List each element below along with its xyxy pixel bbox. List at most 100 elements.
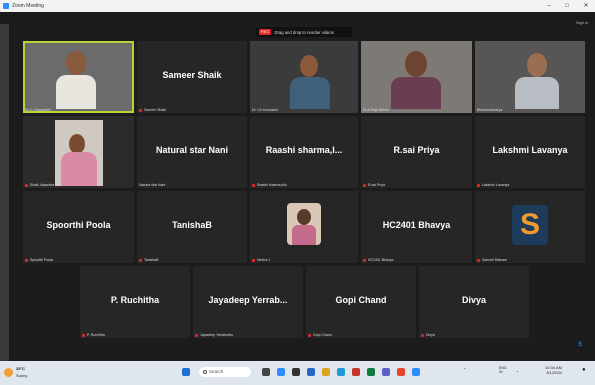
explorer-icon[interactable] [307,368,315,376]
participant-tile[interactable]: TanishaB TanishaB [137,191,247,263]
participant-name: Divya [461,294,487,305]
muted-mic-icon [477,183,480,187]
participant-label: HC2401 Bhavya [363,258,394,262]
app-icon[interactable] [352,368,360,376]
weather-desc[interactable]: Sunny [16,373,27,378]
participant-tile[interactable]: Dr.A Raja Sekha [361,41,472,113]
sign-in-link[interactable]: Sign in [576,20,588,25]
participant-video [56,51,96,109]
participant-label: Spoorthi Poola [25,258,53,262]
participant-tile[interactable]: Neeha J [250,191,358,263]
participant-name: Gopi Chand [335,294,387,305]
minimize-button[interactable]: – [540,0,558,12]
participant-tile[interactable]: Shaik Vasantha [23,116,134,188]
participant-video [290,55,330,109]
participant-tile[interactable]: Sameer Shaik Sameer Shaik [137,41,247,113]
participant-label: R.sai Priya [363,183,385,187]
participant-label: Sameer Shaik [139,108,166,112]
participant-tile[interactable]: Raashi sharma,l... Raashi sharma,ello [250,116,358,188]
participant-tile[interactable]: Spoorthi Poola Spoorthi Poola [23,191,134,263]
weather-icon [4,368,13,377]
start-button-icon[interactable] [182,368,190,376]
participant-label: TanishaB [139,258,158,262]
participant-label: Dr. Ch Kondaiah [252,108,278,112]
participant-tile[interactable]: Lakshmi Lavanya Lakshmi Lavanya [475,116,585,188]
meeting-top-bar [0,12,595,24]
muted-mic-icon [195,333,198,337]
maximize-button[interactable]: □ [558,0,576,12]
participant-name: Spoorthi Poola [46,219,111,230]
taskbar-search[interactable]: Search [199,367,251,377]
close-button[interactable]: ✕ [577,0,595,12]
participant-tile[interactable]: P. Ruchitha P. Ruchitha [80,266,190,338]
app-icon[interactable] [382,368,390,376]
participant-tile[interactable]: Natural star Nani Natural star Nani [137,116,247,188]
zoom-corner-icon: ѕ [578,339,582,348]
participant-label: Dr.V. Dhayanidhi [25,108,51,112]
muted-mic-icon [25,183,28,187]
participant-label: Gopi Chand [308,333,332,337]
participant-tile[interactable]: Dr. Ch Kondaiah [250,41,358,113]
banner-message: Drag and drop to reorder videos [274,29,334,35]
participant-tile[interactable]: HC2401 Bhavya HC2401 Bhavya [361,191,472,263]
participant-video [391,51,441,109]
zoom-taskbar-icon[interactable] [277,368,285,376]
window-title: Zoom Meeting [12,3,44,9]
participant-name: TanishaB [172,219,212,230]
participant-name: R.sai Priya [393,144,440,155]
app-icon[interactable] [292,368,300,376]
participant-name: Jayadeep Yerrab... [208,294,288,305]
participant-tile[interactable]: Divya Divya [419,266,529,338]
participant-tile[interactable]: Dr.V. Dhayanidhi [23,41,134,113]
muted-mic-icon [308,333,311,337]
participant-name: HC2401 Bhavya [382,219,451,230]
participant-video [515,53,559,109]
window-titlebar: Zoom Meeting – □ ✕ [0,0,595,12]
participant-photo [287,203,321,245]
clock[interactable]: 10:34 AM 3/1/2024 [545,365,562,375]
participant-tile[interactable]: Bhaskaracharya [475,41,585,113]
participant-name: Natural star Nani [155,144,229,155]
muted-mic-icon [25,258,28,262]
participant-label: Samuel Ratnam [477,258,507,262]
search-icon [203,370,207,374]
participant-label: P. Ruchitha [82,333,105,337]
participant-label: Lakshmi Lavanya [477,183,509,187]
network-icon[interactable]: ◔ [516,369,518,374]
avatar-letter: S [519,208,540,241]
notification-icon[interactable]: ● [582,367,586,373]
participant-name: P. Ruchitha [110,294,160,305]
reorder-banner: REC Drag and drop to reorder videos [256,27,352,37]
lang-indicator[interactable]: ENG IN [499,366,507,374]
participant-label: Dr.A Raja Sekha [363,108,389,112]
participant-tile[interactable]: R.sai Priya R.sai Priya [361,116,472,188]
muted-mic-icon [421,333,424,337]
weather-temp[interactable]: 33°C [16,366,25,371]
muted-mic-icon [252,258,255,262]
app-icon[interactable] [367,368,375,376]
participant-label: Natural star Nani [139,183,166,187]
s-logo-avatar: S [512,205,548,245]
muted-mic-icon [82,333,85,337]
muted-mic-icon [363,183,366,187]
participant-label: Raashi sharma,ello [252,183,287,187]
muted-mic-icon [363,258,366,262]
participant-label: Divya [421,333,435,337]
search-placeholder: Search [209,369,224,374]
participant-tile[interactable]: S Samuel Ratnam [475,191,585,263]
participant-label: Shaik Vasantha [25,183,54,187]
task-view-icon[interactable] [262,368,270,376]
zoom-app-icon [3,3,9,9]
chrome-icon[interactable] [397,368,405,376]
folder-icon[interactable] [322,368,330,376]
participant-label: Jayadeep Yerrabothu [195,333,233,337]
participant-video [55,120,103,186]
participant-label: Neeha J [252,258,270,262]
participant-tile[interactable]: Jayadeep Yerrab... Jayadeep Yerrabothu [193,266,303,338]
edge-icon[interactable] [337,368,345,376]
participant-tile[interactable]: Gopi Chand Gopi Chand [306,266,416,338]
rec-badge: REC [259,29,272,35]
participant-label: Bhaskaracharya [477,108,503,112]
app-icon[interactable] [412,368,420,376]
wifi-icon[interactable]: ⌃ [463,367,466,372]
